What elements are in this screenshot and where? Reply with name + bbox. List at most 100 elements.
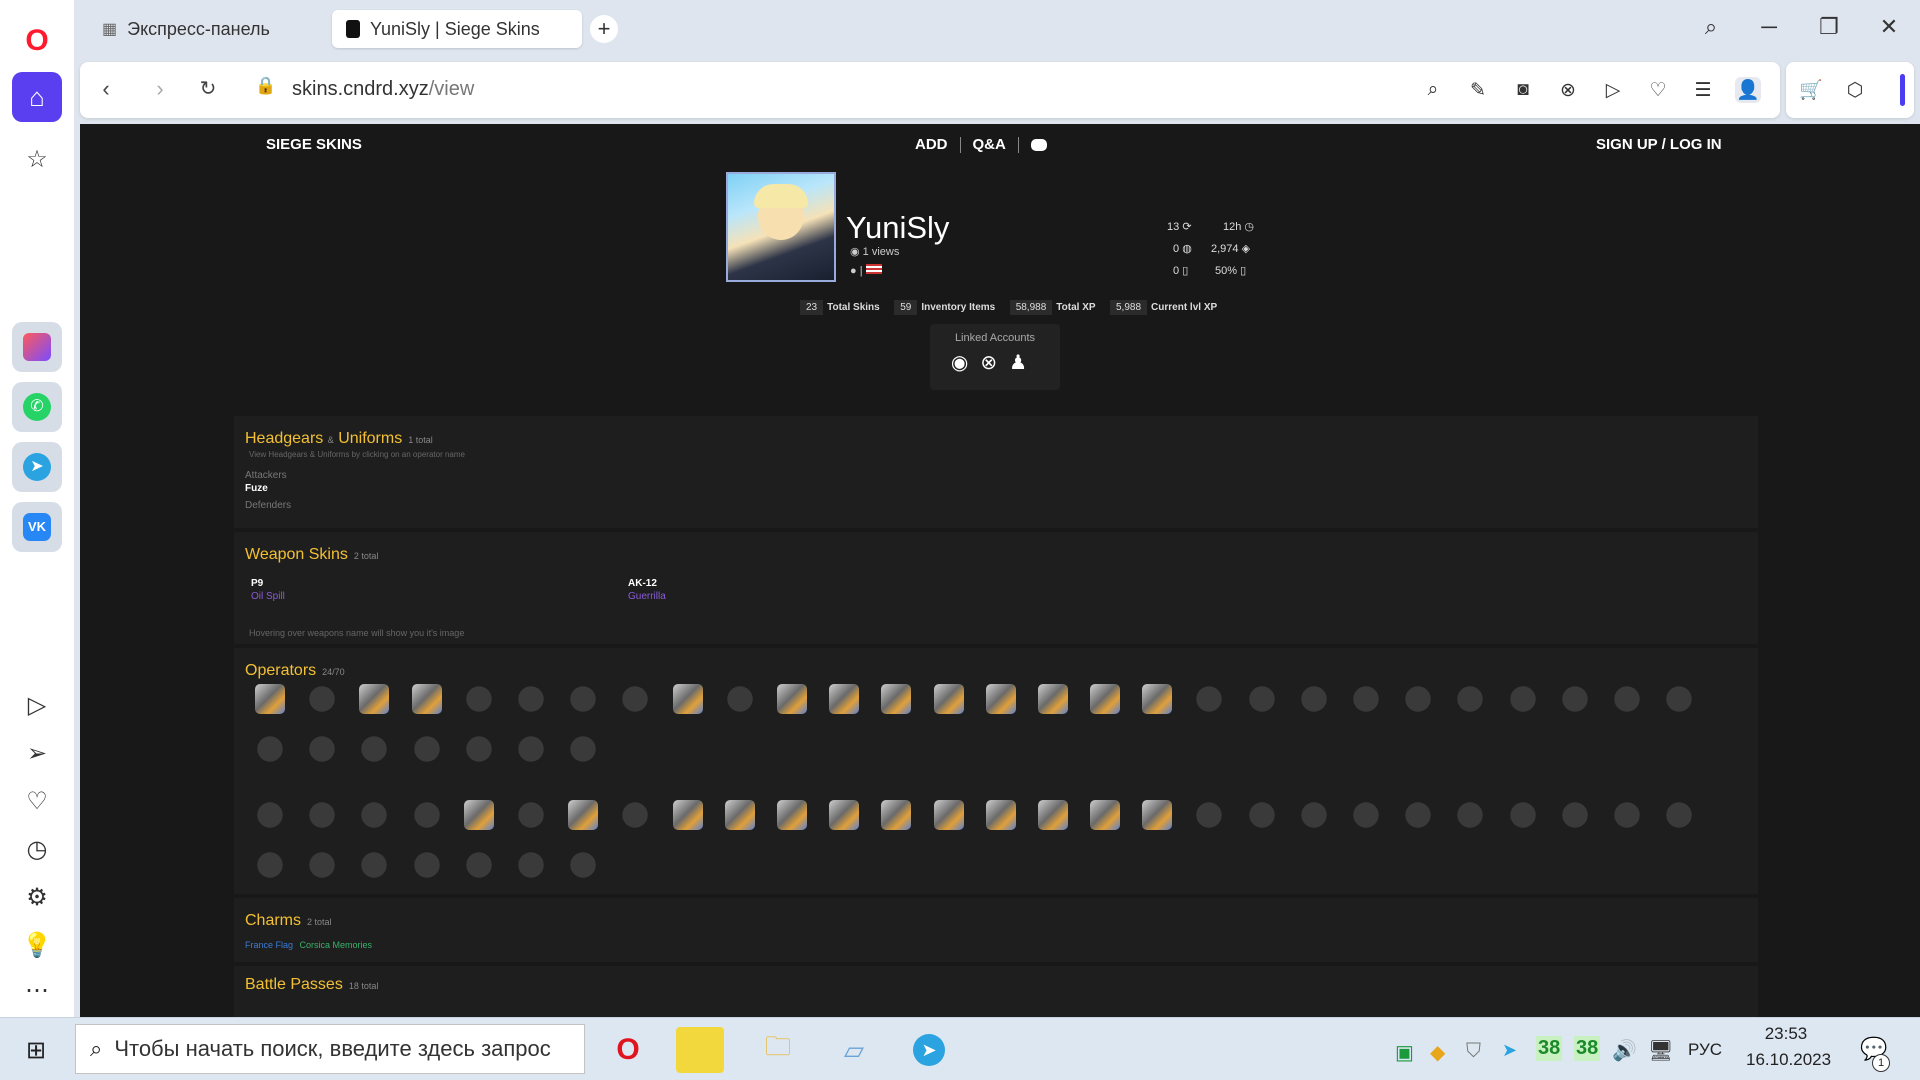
playstation-icon[interactable]: ♟ (1009, 352, 1039, 374)
attacker-operator-icon[interactable] (727, 686, 753, 712)
edit-share-icon[interactable]: ✎ (1465, 77, 1491, 103)
language-indicator[interactable]: РУС (1688, 1040, 1722, 1060)
defender-operator-icon[interactable] (829, 800, 860, 830)
attacker-operator-icon[interactable] (518, 736, 544, 762)
defender-operator-icon[interactable] (361, 852, 388, 878)
attacker-operator-icon[interactable] (309, 686, 336, 712)
defender-operator-icon[interactable] (413, 852, 440, 878)
settings-gear-icon[interactable]: ⚙ (22, 882, 52, 912)
close-window-button[interactable]: ✕ (1874, 14, 1904, 40)
network-icon[interactable]: 🖥 (1648, 1038, 1673, 1063)
fuze-link[interactable]: Fuze (245, 483, 268, 494)
search-tabs-icon[interactable]: ⌕ (1696, 14, 1726, 40)
defender-operator-icon[interactable] (466, 852, 492, 878)
send-icon[interactable]: ➢ (22, 738, 52, 768)
vk-icon[interactable]: VK (12, 502, 62, 552)
nav-add-link[interactable]: ADD (915, 136, 948, 153)
aria-ai-icon[interactable] (12, 322, 62, 372)
attacker-operator-icon[interactable] (985, 684, 1016, 714)
back-button[interactable]: ‹ (92, 76, 120, 102)
weapon-p9[interactable]: P9 (251, 578, 263, 589)
new-tab-button[interactable]: + (590, 15, 618, 43)
home-icon[interactable]: ⌂ (12, 72, 62, 122)
charm-corsica-memories[interactable]: Corsica Memories (300, 940, 373, 950)
discord-icon[interactable] (1030, 139, 1047, 152)
defender-operator-icon[interactable] (1509, 802, 1536, 828)
attacker-operator-icon[interactable] (411, 684, 442, 714)
defender-operator-icon[interactable] (361, 802, 388, 828)
gpu-temp-indicator[interactable]: 38 (1574, 1036, 1601, 1061)
volume-icon[interactable]: 🔊 (1612, 1038, 1637, 1063)
attacker-operator-icon[interactable] (1301, 686, 1327, 712)
defender-operator-icon[interactable] (309, 802, 336, 828)
mtl-app-icon[interactable] (676, 1027, 724, 1073)
whatsapp-icon[interactable]: ✆ (12, 382, 62, 432)
attacker-operator-icon[interactable] (829, 684, 860, 714)
attacker-operator-icon[interactable] (1614, 686, 1640, 712)
defender-operator-icon[interactable] (518, 802, 544, 828)
heart-icon[interactable]: ♡ (22, 786, 52, 816)
clock[interactable]: 23:53 16.10.2023 (1746, 1024, 1831, 1070)
attacker-operator-icon[interactable] (1090, 684, 1121, 714)
defender-operator-icon[interactable] (1248, 802, 1275, 828)
signup-login-link[interactable]: SIGN UP / LOG IN (1596, 136, 1722, 153)
telegram-icon[interactable]: ➤ (12, 442, 62, 492)
attacker-operator-icon[interactable] (881, 684, 912, 714)
file-explorer-icon[interactable]: 🗀 (754, 1027, 802, 1073)
defender-operator-icon[interactable] (1562, 802, 1588, 828)
attacker-operator-icon[interactable] (1509, 686, 1536, 712)
defender-operator-icon[interactable] (1142, 800, 1173, 830)
taskbar-search[interactable]: ⌕ Чтобы начать поиск, введите здесь запр… (75, 1024, 585, 1074)
charm-france-flag[interactable]: France Flag (245, 940, 293, 950)
attacker-operator-icon[interactable] (518, 686, 544, 712)
defender-operator-icon[interactable] (413, 802, 440, 828)
nav-qa-link[interactable]: Q&A (973, 136, 1006, 153)
tab-siege-skins[interactable]: YuniSly | Siege Skins (332, 10, 582, 48)
attacker-operator-icon[interactable] (1037, 684, 1068, 714)
attacker-operator-icon[interactable] (570, 686, 596, 712)
attacker-operator-icon[interactable] (413, 736, 440, 762)
nvidia-tray-icon[interactable]: ▣ (1395, 1040, 1414, 1065)
tips-bulb-icon[interactable]: 💡 (22, 930, 52, 960)
defender-operator-icon[interactable] (257, 852, 283, 878)
defender-operator-icon[interactable] (309, 852, 336, 878)
site-brand[interactable]: SIEGE SKINS (266, 136, 362, 153)
adblock-icon[interactable]: ⊗ (1555, 77, 1581, 103)
attacker-operator-icon[interactable] (672, 684, 703, 714)
defender-operator-icon[interactable] (672, 800, 703, 830)
attacker-operator-icon[interactable] (466, 736, 492, 762)
cart-icon[interactable]: 🛒 (1798, 77, 1824, 103)
defender-operator-icon[interactable] (1405, 802, 1431, 828)
opera-logo-icon[interactable]: O (12, 16, 62, 66)
defender-operator-icon[interactable] (985, 800, 1016, 830)
flow-send-icon[interactable]: ▷ (1600, 77, 1626, 103)
defender-operator-icon[interactable] (257, 802, 283, 828)
attacker-operator-icon[interactable] (1248, 686, 1275, 712)
attacker-operator-icon[interactable] (255, 684, 286, 714)
attacker-operator-icon[interactable] (1457, 686, 1484, 712)
forward-button[interactable]: › (146, 76, 174, 102)
defender-operator-icon[interactable] (933, 800, 964, 830)
defender-operator-icon[interactable] (1353, 802, 1379, 828)
reload-icon[interactable]: ↻ (194, 76, 222, 101)
more-dots-icon[interactable]: ⋯ (22, 975, 52, 1005)
defender-operator-icon[interactable] (1666, 802, 1692, 828)
windows-start-icon[interactable]: ⊞ (12, 1027, 60, 1073)
notepad-icon[interactable]: ▱ (830, 1027, 878, 1073)
tray-app-icon[interactable]: ◆ (1430, 1040, 1445, 1065)
minimize-button[interactable]: ─ (1754, 14, 1784, 40)
attacker-operator-icon[interactable] (1405, 686, 1431, 712)
favorite-heart-icon[interactable]: ♡ (1645, 77, 1671, 103)
defender-operator-icon[interactable] (1457, 802, 1484, 828)
attacker-operator-icon[interactable] (1666, 686, 1692, 712)
xbox-icon[interactable]: ⊗ (980, 352, 1009, 374)
defender-operator-icon[interactable] (724, 800, 755, 830)
attacker-operator-icon[interactable] (257, 736, 283, 762)
attacker-operator-icon[interactable] (1353, 686, 1379, 712)
defender-operator-icon[interactable] (1037, 800, 1068, 830)
attacker-operator-icon[interactable] (1196, 686, 1223, 712)
history-clock-icon[interactable]: ◷ (22, 834, 52, 864)
telegram-tray-icon[interactable]: ➤ (1502, 1040, 1517, 1061)
defender-operator-icon[interactable] (1090, 800, 1121, 830)
bookmarks-star-icon[interactable]: ☆ (22, 144, 52, 174)
